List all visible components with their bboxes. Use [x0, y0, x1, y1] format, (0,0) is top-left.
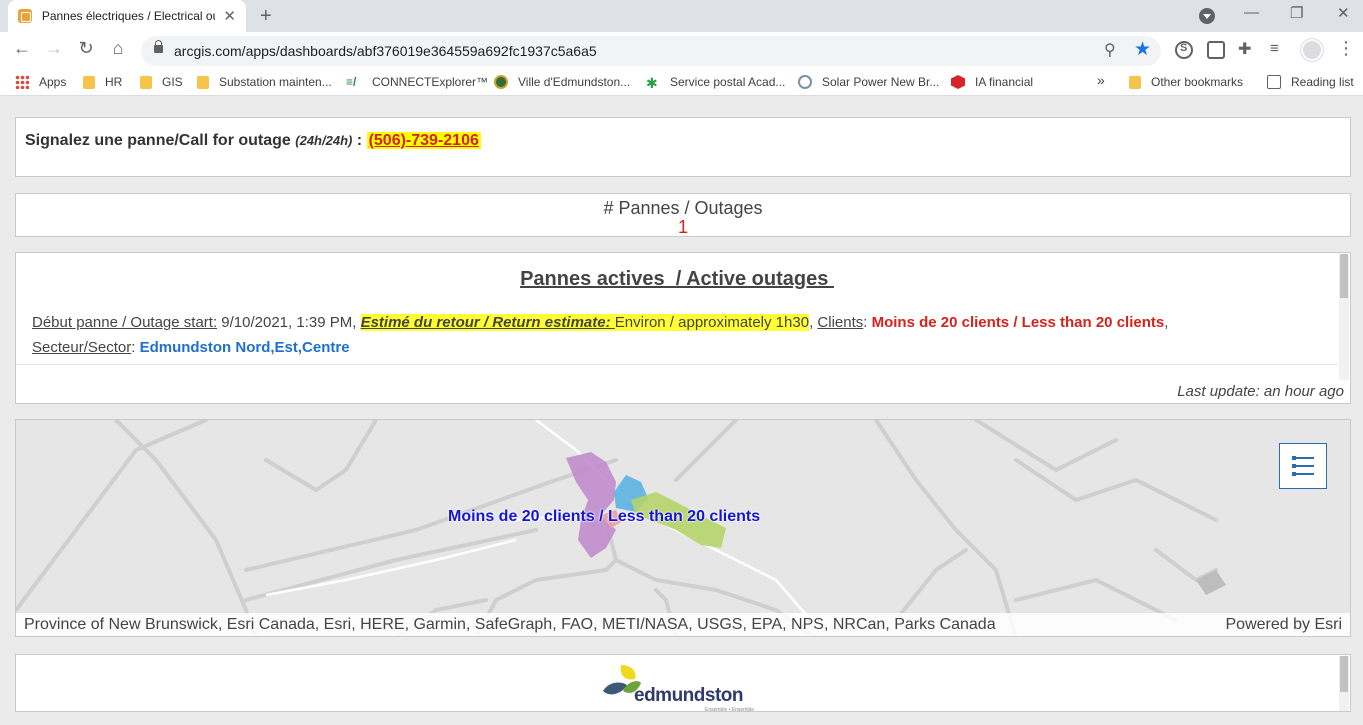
active-outages-panel: Pannes actives / Active outages Début pa…	[15, 252, 1351, 404]
basemap[interactable]	[16, 420, 1350, 637]
return-estimate-label: Estimé du retour / Return estimate:	[360, 314, 615, 331]
outage-count-panel: # Pannes / Outages 1	[15, 193, 1351, 237]
menu-dots-icon[interactable]: ⋮	[1337, 38, 1355, 59]
ia-icon	[951, 75, 965, 89]
last-update: Last update: an hour ago	[1177, 383, 1344, 400]
close-window-icon[interactable]: ✕	[1337, 4, 1350, 22]
outage-count-value: 1	[677, 217, 688, 237]
outage-details: Début panne / Outage start: 9/10/2021, 1…	[32, 314, 1169, 356]
globe-icon	[494, 75, 508, 89]
sector-label: Secteur/Sector	[32, 339, 132, 356]
bookmark-connectexplorer[interactable]: ≡/ CONNECTExplorer™	[346, 75, 488, 89]
bookmark-ia-financial[interactable]: IA financial	[951, 75, 1033, 89]
folder-icon	[140, 75, 152, 89]
powered-by-esri[interactable]: Powered by Esri	[1226, 616, 1343, 634]
call-line: Signalez une panne/Call for outage (24h/…	[25, 132, 481, 150]
zoom-icon[interactable]: ⚲	[1104, 40, 1116, 60]
outage-start-label: Début panne / Outage start:	[32, 314, 218, 331]
map-panel[interactable]: Moins de 20 clients / Less than 20 clien…	[15, 419, 1351, 637]
profile-avatar[interactable]	[1301, 39, 1323, 61]
tab-strip: Pannes électriques / Electrical ou ✕ + —…	[0, 0, 1363, 32]
call-separator: :	[356, 132, 363, 149]
back-icon[interactable]: ←	[10, 38, 34, 59]
media-control-icon[interactable]: ≡	[1270, 40, 1288, 58]
more-bookmarks-icon[interactable]: »	[1097, 72, 1105, 88]
call-label: Signalez une panne/Call for outage	[25, 132, 291, 149]
minimize-icon[interactable]: —	[1244, 4, 1259, 21]
divider	[16, 364, 1338, 365]
logo-text: edmundston	[634, 685, 744, 706]
tab-title: Pannes électriques / Electrical ou	[41, 9, 216, 23]
logo-panel: edmundston Ensemble • Ensemble	[15, 654, 1351, 713]
outage-start-value: 9/10/2021, 1:39 PM,	[217, 314, 361, 331]
bookmark-hr[interactable]: HR	[83, 75, 122, 89]
reading-list[interactable]: Reading list	[1267, 75, 1354, 89]
folder-icon	[83, 75, 95, 89]
outage-count-label: # Pannes / Outages	[603, 198, 763, 218]
bookmark-ville-edmundston[interactable]: Ville d'Edmundston...	[494, 75, 630, 89]
bookmark-gis[interactable]: GIS	[140, 75, 183, 89]
close-tab-icon[interactable]: ✕	[223, 7, 236, 25]
edmundston-logo: edmundston Ensemble • Ensemble	[601, 665, 761, 713]
home-icon[interactable]: ⌂	[106, 38, 130, 59]
bookmarks-bar: Apps HR GIS Substation mainten... ≡/ CON…	[0, 70, 1363, 96]
map-zone-label: Moins de 20 clients / Less than 20 clien…	[448, 508, 761, 525]
folder-icon	[1129, 75, 1141, 89]
skype-extension-icon[interactable]	[1175, 41, 1193, 59]
bookmark-star-icon[interactable]: ★	[1134, 38, 1151, 61]
clients-value: Moins de 20 clients / Less than 20 clien…	[871, 314, 1165, 331]
clients-label: Clients	[817, 314, 864, 331]
attribution-text: Province of New Brunswick, Esri Canada, …	[24, 616, 996, 633]
connectexplorer-icon: ≡/	[346, 75, 357, 89]
sector-value: Edmundston Nord,Est,Centre	[139, 339, 350, 356]
logo-tagline: Ensemble • Ensemble	[705, 707, 754, 713]
forward-icon[interactable]: →	[42, 38, 66, 59]
tab-search-icon[interactable]	[1199, 8, 1215, 24]
scrollbar-thumb[interactable]	[1340, 254, 1348, 298]
call-hours: (24h/24h)	[295, 133, 353, 148]
bookmark-apps[interactable]: Apps	[15, 75, 66, 89]
url-text: arcgis.com/apps/dashboards/abf376019e364…	[174, 43, 597, 59]
star-icon: ✱	[646, 75, 658, 91]
reload-icon[interactable]: ↻	[74, 38, 98, 59]
new-tab-icon[interactable]: +	[260, 5, 272, 28]
restore-icon[interactable]: ❐	[1290, 4, 1303, 22]
lock-icon	[154, 40, 163, 53]
bookmark-other[interactable]: Other bookmarks	[1129, 75, 1243, 89]
ring-icon	[798, 75, 812, 89]
screen-capture-extension-icon[interactable]	[1207, 41, 1225, 59]
browser-tab[interactable]: Pannes électriques / Electrical ou ✕	[8, 0, 246, 32]
call-panel: Signalez une panne/Call for outage (24h/…	[15, 117, 1351, 177]
apps-grid-icon	[15, 75, 29, 89]
browser-toolbar: ← → ↻ ⌂ arcgis.com/apps/dashboards/abf37…	[0, 32, 1363, 70]
bookmark-solar-power[interactable]: Solar Power New Br...	[798, 75, 939, 89]
scrollbar[interactable]	[1339, 254, 1349, 380]
active-outages-title: Pannes actives / Active outages	[520, 268, 834, 290]
scrollbar[interactable]	[1339, 656, 1349, 711]
bookmark-service-postal[interactable]: ✱ Service postal Acad...	[646, 75, 785, 91]
scrollbar-thumb[interactable]	[1340, 656, 1348, 692]
legend-button[interactable]	[1279, 443, 1327, 489]
bookmark-substation[interactable]: Substation mainten...	[197, 75, 332, 89]
address-bar[interactable]: arcgis.com/apps/dashboards/abf376019e364…	[141, 36, 1161, 66]
map-attribution: Province of New Brunswick, Esri Canada, …	[16, 613, 1350, 636]
extensions-puzzle-icon[interactable]: ✚	[1238, 39, 1256, 58]
reading-list-icon	[1267, 75, 1281, 89]
arcgis-favicon-icon	[18, 9, 32, 23]
folder-icon	[197, 75, 209, 89]
return-estimate-value: Environ / approximately 1h30	[614, 314, 810, 331]
phone-link[interactable]: (506)-739-2106	[366, 132, 481, 149]
